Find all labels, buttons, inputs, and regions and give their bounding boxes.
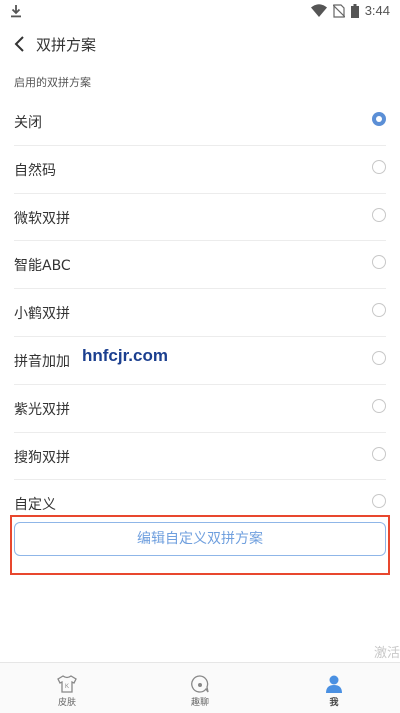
option-sogou[interactable]: 搜狗双拼	[14, 433, 386, 481]
chat-icon	[191, 675, 209, 693]
option-label: 自然码	[14, 162, 56, 179]
status-time: 3:44	[364, 3, 390, 18]
watermark-text: hnfcjr.com	[82, 346, 168, 365]
tab-label: 我	[329, 698, 339, 708]
option-off[interactable]: 关闭	[14, 98, 386, 146]
option-label: 小鹤双拼	[14, 306, 70, 323]
option-ziguang[interactable]: 紫光双拼	[14, 385, 386, 433]
no-sim-icon	[332, 3, 345, 18]
radio-button[interactable]	[372, 350, 386, 365]
back-arrow-icon[interactable]	[10, 34, 30, 54]
radio-button[interactable]	[372, 255, 386, 270]
option-label: 拼音加加	[14, 353, 70, 370]
header: 双拼方案	[0, 24, 400, 64]
scheme-option-list: 关闭 自然码 微软双拼 智能ABC 小鹤双拼 拼音加加 紫光双拼 搜狗双拼 自定…	[0, 98, 400, 527]
radio-selected[interactable]	[372, 112, 386, 126]
option-pinyinjiajia[interactable]: 拼音加加	[14, 337, 386, 385]
bottom-tab-bar: K 皮肤 趣聊 我	[0, 662, 400, 713]
option-abc[interactable]: 智能ABC	[14, 241, 386, 290]
option-label: 紫光双拼	[14, 401, 70, 418]
section-label: 启用的双拼方案	[14, 76, 91, 89]
option-label: 智能ABC	[14, 258, 71, 275]
radio-button[interactable]	[372, 494, 386, 509]
tshirt-icon: K	[57, 675, 77, 693]
radio-button[interactable]	[372, 398, 386, 413]
status-bar: 3:44	[0, 0, 400, 24]
radio-button[interactable]	[372, 207, 386, 222]
option-microsoft[interactable]: 微软双拼	[14, 194, 386, 242]
option-label: 关闭	[14, 115, 42, 131]
option-label: 微软双拼	[14, 210, 70, 227]
activate-note-line1: 激活	[373, 646, 400, 661]
tab-label: 皮肤	[57, 698, 76, 708]
download-icon	[11, 5, 21, 18]
option-xiaohe[interactable]: 小鹤双拼	[14, 289, 386, 337]
svg-text:K: K	[65, 684, 69, 690]
radio-button[interactable]	[372, 446, 386, 461]
battery-icon	[350, 3, 359, 18]
radio-button[interactable]	[372, 159, 386, 174]
tab-label: 趣聊	[190, 698, 209, 708]
tab-me[interactable]: 我	[284, 663, 384, 713]
option-label: 自定义	[14, 497, 56, 514]
edit-custom-scheme-button[interactable]: 编辑自定义双拼方案	[14, 522, 386, 556]
tab-chat[interactable]: 趣聊	[150, 663, 250, 713]
wifi-icon	[310, 4, 327, 17]
option-label: 搜狗双拼	[14, 449, 70, 466]
tab-skin[interactable]: K 皮肤	[17, 663, 117, 713]
radio-button[interactable]	[372, 303, 386, 318]
person-icon	[326, 675, 342, 693]
page-title: 双拼方案	[36, 36, 97, 54]
option-ziranma[interactable]: 自然码	[14, 146, 386, 194]
